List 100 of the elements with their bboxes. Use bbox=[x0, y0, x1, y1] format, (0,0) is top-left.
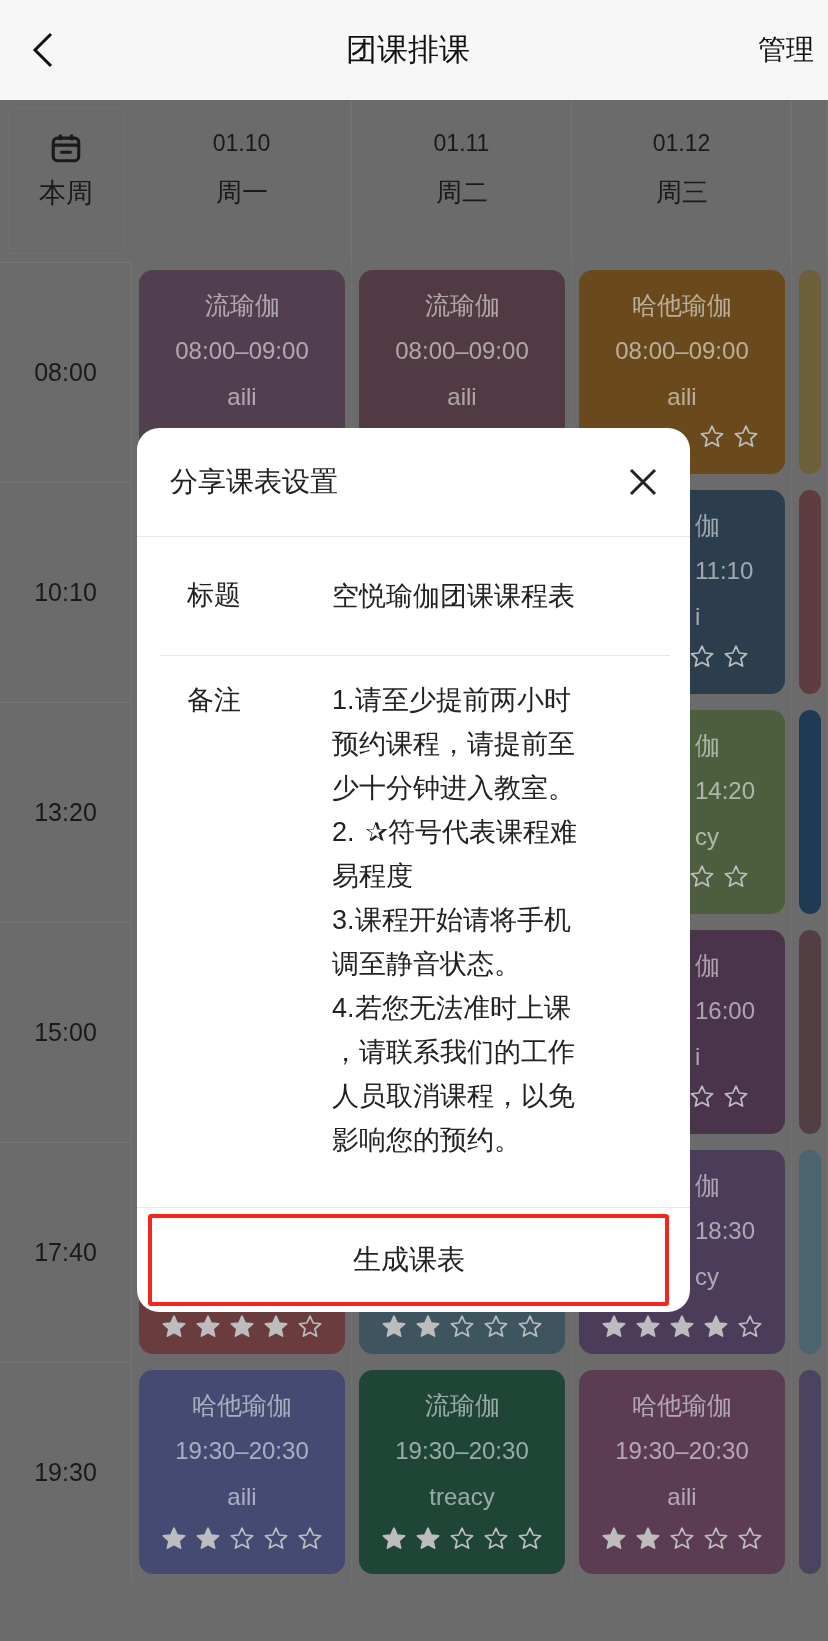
star-icon bbox=[381, 1526, 407, 1552]
star-icon bbox=[415, 1526, 441, 1552]
time-label: 08:00 bbox=[34, 358, 97, 387]
star-icon bbox=[689, 1084, 715, 1110]
course-time: 08:00–09:00 bbox=[395, 336, 529, 366]
star-icon bbox=[297, 1526, 323, 1552]
course-card[interactable] bbox=[799, 490, 821, 694]
star-icon bbox=[601, 1526, 627, 1552]
star-icon bbox=[229, 1314, 255, 1340]
time-label: 19:30 bbox=[34, 1458, 97, 1487]
field-label: 标题 bbox=[187, 579, 242, 612]
star-icon bbox=[669, 1526, 695, 1552]
course-time: 19:30–20:30 bbox=[615, 1436, 749, 1466]
star-icon bbox=[449, 1314, 475, 1340]
course-card[interactable] bbox=[799, 1150, 821, 1354]
star-icon bbox=[699, 424, 725, 450]
week-header-cell[interactable]: 本周 bbox=[8, 108, 124, 254]
back-chevron-icon bbox=[32, 32, 54, 68]
star-icon bbox=[297, 1314, 323, 1340]
star-icon bbox=[483, 1526, 509, 1552]
star-icon bbox=[415, 1314, 441, 1340]
day-date: 01.10 bbox=[212, 130, 271, 157]
star-icon bbox=[689, 644, 715, 670]
star-icon bbox=[381, 1314, 407, 1340]
course-card[interactable] bbox=[799, 930, 821, 1134]
day-weekday: 周三 bbox=[655, 176, 708, 209]
note-item: 2. ✰符号代表课程难易程度 bbox=[332, 816, 578, 893]
course-teacher: aili bbox=[227, 382, 257, 412]
course-teacher: aili bbox=[667, 382, 697, 412]
course-time: 19:30–20:30 bbox=[175, 1436, 309, 1466]
star-icon bbox=[723, 1084, 749, 1110]
star-icon bbox=[723, 864, 749, 890]
star-icon bbox=[161, 1314, 187, 1340]
course-title: 哈他瑜伽 bbox=[192, 1390, 292, 1421]
time-label: 10:10 bbox=[34, 578, 97, 607]
star-icon bbox=[229, 1526, 255, 1552]
star-icon bbox=[723, 644, 749, 670]
course-card[interactable]: 哈他瑜伽 19:30–20:30 aili bbox=[579, 1370, 785, 1574]
note-item: 1.请至少提前两小时预约课程，请提前至少十分钟进入教室。 bbox=[332, 684, 576, 805]
course-teacher: aili bbox=[447, 382, 477, 412]
time-label: 15:00 bbox=[34, 1018, 97, 1047]
week-label: 本周 bbox=[39, 177, 93, 210]
star-icon bbox=[195, 1526, 221, 1552]
star-icon bbox=[635, 1526, 661, 1552]
course-time: 08:00–09:00 bbox=[615, 336, 749, 366]
star-icon bbox=[517, 1314, 543, 1340]
close-button[interactable] bbox=[628, 467, 658, 497]
course-teacher: cy bbox=[695, 822, 719, 852]
course-title: 伽 bbox=[695, 950, 720, 981]
star-icon bbox=[483, 1314, 509, 1340]
page-title: 团课排课 bbox=[346, 31, 470, 69]
star-icon bbox=[733, 424, 759, 450]
day-date: 01.11 bbox=[433, 130, 490, 157]
course-title: 伽 bbox=[695, 510, 720, 541]
star-icon bbox=[161, 1526, 187, 1552]
course-title: 伽 bbox=[695, 1170, 720, 1201]
star-icon bbox=[703, 1526, 729, 1552]
note-item: 4.若您无法准时上课，请联系我们的工作人员取消课程，以免影响您的预约。 bbox=[332, 992, 576, 1157]
star-icon bbox=[689, 864, 715, 890]
course-card[interactable]: 哈他瑜伽 19:30–20:30 aili bbox=[139, 1370, 345, 1574]
star-icon bbox=[635, 1314, 661, 1340]
course-time: 14:20 bbox=[695, 776, 756, 806]
time-label: 17:40 bbox=[34, 1238, 97, 1267]
course-title: 流瑜伽 bbox=[204, 290, 280, 321]
day-date: 01.12 bbox=[652, 130, 711, 157]
day-weekday: 周一 bbox=[215, 176, 268, 209]
course-teacher: i bbox=[695, 1042, 701, 1072]
course-title: 流瑜伽 bbox=[424, 1390, 500, 1421]
star-icon bbox=[601, 1314, 627, 1340]
course-teacher: i bbox=[695, 602, 701, 632]
course-time: 16:00 bbox=[695, 996, 756, 1026]
star-icon bbox=[737, 1526, 763, 1552]
course-title: 哈他瑜伽 bbox=[632, 290, 732, 321]
manage-button[interactable]: 管理 bbox=[758, 31, 814, 69]
course-title: 流瑜伽 bbox=[424, 290, 500, 321]
field-label: 备注 bbox=[187, 684, 242, 717]
course-teacher: aili bbox=[227, 1482, 257, 1512]
course-card[interactable]: 流瑜伽 19:30–20:30 treacy bbox=[359, 1370, 565, 1574]
star-icon bbox=[195, 1314, 221, 1340]
course-card[interactable] bbox=[799, 710, 821, 914]
course-card[interactable] bbox=[799, 1370, 821, 1574]
star-icon bbox=[669, 1314, 695, 1340]
day-weekday: 周二 bbox=[435, 176, 488, 209]
course-title: 哈他瑜伽 bbox=[632, 1390, 732, 1421]
star-icon bbox=[449, 1526, 475, 1552]
course-time: 08:00–09:00 bbox=[175, 336, 309, 366]
course-card[interactable] bbox=[799, 270, 821, 474]
star-icon bbox=[263, 1314, 289, 1340]
star-icon bbox=[517, 1526, 543, 1552]
course-time: 19:30–20:30 bbox=[395, 1436, 529, 1466]
star-icon bbox=[703, 1314, 729, 1340]
course-time: 11:10 bbox=[695, 556, 754, 586]
time-label: 13:20 bbox=[34, 798, 97, 827]
field-value: 空悦瑜伽团课课程表 bbox=[332, 580, 575, 613]
generate-schedule-button[interactable]: 生成课表 bbox=[148, 1214, 669, 1306]
course-time: 18:30 bbox=[695, 1216, 756, 1246]
course-title: 伽 bbox=[695, 730, 720, 761]
star-icon bbox=[263, 1526, 289, 1552]
course-teacher: cy bbox=[695, 1262, 719, 1292]
course-teacher: treacy bbox=[429, 1482, 495, 1512]
